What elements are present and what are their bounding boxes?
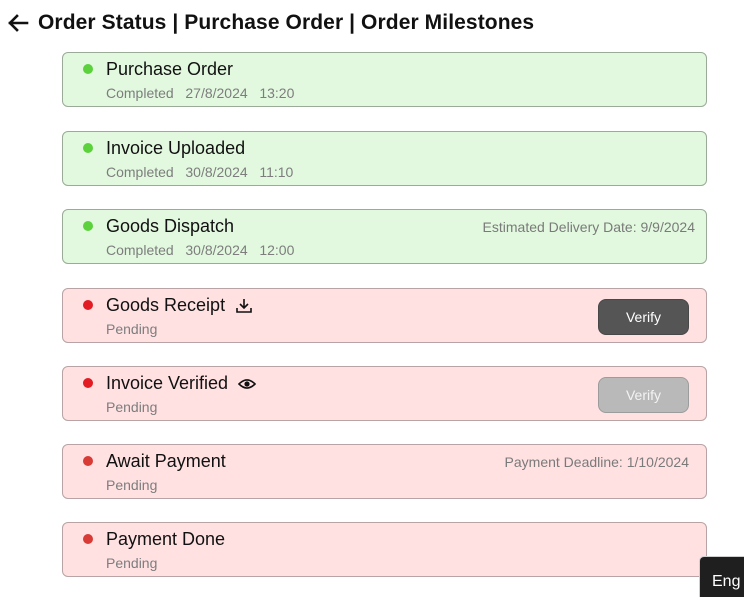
milestone-status: Pending [106,321,158,337]
download-icon[interactable] [235,297,253,315]
milestone-card-purchase-order: Purchase Order Completed 27/8/2024 13:20 [62,52,707,107]
estimated-delivery-date: Estimated Delivery Date: 9/9/2024 [482,219,695,235]
milestone-time: 13:20 [259,85,295,101]
verify-button-disabled[interactable]: Verify [598,377,689,413]
milestone-card-goods-dispatch: Goods Dispatch Completed 30/8/2024 12:00… [62,209,707,264]
page-title: Order Status | Purchase Order | Order Mi… [38,11,535,34]
language-selector[interactable]: Eng [700,557,744,597]
status-dot [83,456,93,466]
milestone-title: Purchase Order [106,59,234,79]
milestone-date: 30/8/2024 [185,242,248,258]
milestone-status: Pending [106,477,158,493]
status-dot [83,300,93,310]
milestone-time: 11:10 [259,164,294,180]
milestone-card-payment-done: Payment Done Pending [62,522,707,577]
page-header: Order Status | Purchase Order | Order Mi… [6,8,534,38]
milestone-status: Completed [106,242,174,258]
milestone-card-await-payment: Await Payment Pending Payment Deadline: … [62,444,707,499]
milestone-date: 30/8/2024 [185,164,248,180]
milestone-title: Payment Done [106,529,226,549]
arrow-left-icon[interactable] [6,11,30,35]
milestone-date: 27/8/2024 [185,85,248,101]
milestone-title: Goods Receipt [106,295,226,315]
milestone-title: Goods Dispatch [106,216,235,236]
status-dot [83,378,93,388]
milestone-title: Invoice Uploaded [106,138,246,158]
status-dot [83,534,93,544]
milestone-card-goods-receipt: Goods Receipt Pending Verify [62,288,707,343]
milestone-title: Invoice Verified [106,373,229,393]
milestone-status-line: Completed 30/8/2024 11:10 [106,164,293,180]
milestone-status: Pending [106,399,158,415]
status-dot [83,221,93,231]
milestone-status: Completed [106,164,174,180]
status-dot [83,64,93,74]
eye-icon[interactable] [238,377,257,391]
milestone-title: Await Payment [106,451,226,471]
milestone-status-line: Completed 27/8/2024 13:20 [106,85,294,101]
milestone-status-line: Completed 30/8/2024 12:00 [106,242,294,258]
milestone-status: Pending [106,555,158,571]
verify-button[interactable]: Verify [598,299,689,335]
milestone-card-invoice-verified: Invoice Verified Pending Verify [62,366,707,421]
milestone-time: 12:00 [259,242,295,258]
payment-deadline: Payment Deadline: 1/10/2024 [504,454,689,470]
milestone-card-invoice-uploaded: Invoice Uploaded Completed 30/8/2024 11:… [62,131,707,186]
milestone-status: Completed [106,85,174,101]
status-dot [83,143,93,153]
